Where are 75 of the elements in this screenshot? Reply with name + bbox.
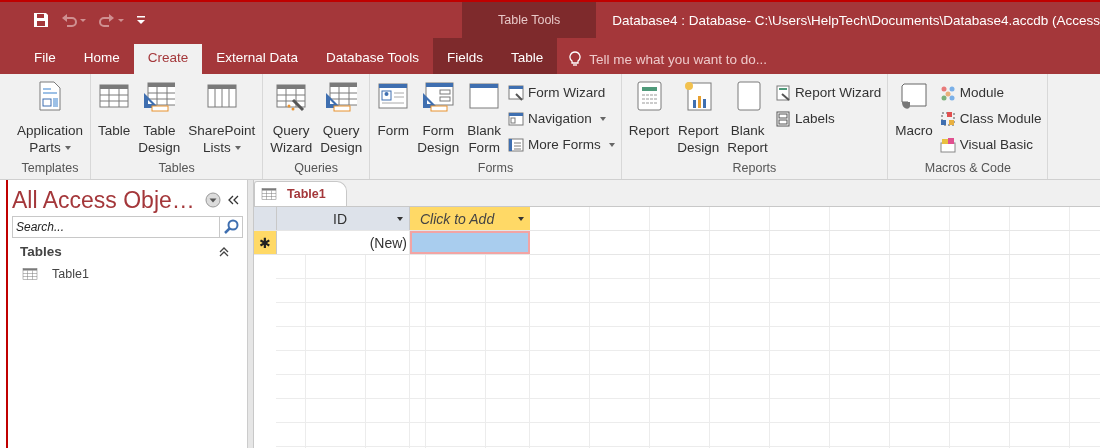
ribbon-tab[interactable]: File (20, 44, 70, 74)
new-record-marker: ✱ (254, 231, 277, 254)
ribbon-tab[interactable]: Database Tools (312, 44, 433, 74)
ribbon-button[interactable]: Form Design (413, 78, 464, 158)
blank-form-icon (468, 80, 501, 112)
ribbon-button[interactable]: Query Design (316, 78, 367, 158)
form-icon (377, 80, 410, 112)
group-label: Templates (20, 160, 80, 177)
dropdown-caret-icon (397, 216, 403, 221)
dropdown-caret-icon (599, 116, 606, 121)
ribbon-tab[interactable]: Create (133, 44, 203, 74)
ribbon-button[interactable]: Visual Basic (936, 132, 1045, 157)
dropdown-caret-icon (234, 145, 241, 150)
nav-item[interactable]: Table1 (12, 261, 243, 285)
ribbon-button[interactable]: SharePoint Lists (184, 78, 260, 158)
table-cell[interactable] (410, 231, 530, 254)
ribbon-button[interactable]: Query Wizard (266, 78, 317, 158)
group-label: Tables (157, 160, 196, 177)
class-module-icon (939, 110, 956, 127)
collapse-pane-icon[interactable] (226, 195, 239, 205)
group-label: Queries (293, 160, 340, 177)
ribbon-button[interactable]: More Forms (505, 132, 618, 157)
report-wizard-icon (774, 84, 791, 101)
forms-icon (508, 136, 524, 153)
tell-me-field[interactable]: Tell me what you want to do... (587, 50, 852, 68)
module-icon (939, 84, 956, 101)
dropdown-caret-icon (518, 216, 524, 221)
ribbon-button[interactable]: Labels (771, 106, 885, 131)
ribbon-button[interactable]: Report Design (673, 78, 724, 158)
click-to-add-header[interactable]: Click to Add (410, 207, 530, 230)
group-label: Forms (476, 160, 515, 177)
table-icon (261, 186, 277, 202)
group-label: Macros & Code (923, 160, 1012, 177)
lightbulb-icon (569, 51, 582, 67)
ribbon-button[interactable]: Macro (891, 78, 937, 141)
ribbon-tab[interactable]: External Data (202, 44, 313, 74)
save-icon[interactable] (33, 12, 49, 28)
ribbon-button[interactable]: Module (936, 80, 1045, 105)
ribbon-tab[interactable]: Table (496, 38, 558, 74)
ribbon-tab[interactable]: Home (69, 44, 134, 74)
dropdown-circle-icon[interactable] (204, 192, 221, 208)
ribbon-button[interactable]: Form (373, 78, 414, 141)
form-wizard-icon (508, 84, 524, 101)
table-icon (22, 266, 38, 282)
collapse-chevron-icon[interactable] (219, 246, 229, 257)
ribbon-button[interactable]: Table (94, 78, 135, 141)
navigation-form-icon (508, 110, 524, 127)
pane-title[interactable]: All Access Obje… (12, 186, 195, 214)
section-header[interactable]: Tables (20, 244, 62, 259)
ribbon-button[interactable]: Class Module (936, 106, 1045, 131)
ribbon-button[interactable]: Report Wizard (771, 80, 885, 105)
customize-menu-icon[interactable] (137, 15, 145, 25)
ribbon-button[interactable]: Application Parts (13, 78, 88, 158)
ribbon-button[interactable]: Report (624, 78, 674, 141)
contextual-tab-label: Table Tools (498, 13, 561, 27)
search-field[interactable]: Search... (12, 216, 220, 238)
group-label: Reports (731, 160, 778, 177)
labels-icon (774, 110, 791, 127)
ribbon-button[interactable]: Blank Report (723, 78, 772, 158)
ribbon-button[interactable]: Form Wizard (505, 80, 618, 105)
report-design-icon (682, 80, 715, 112)
ribbon-tab[interactable]: Fields (432, 38, 497, 74)
document-tab[interactable]: Table1 (254, 181, 347, 206)
ribbon-button[interactable]: Blank Form (463, 78, 505, 158)
query-design-icon (325, 80, 358, 112)
table-design-icon (143, 80, 176, 112)
column-header[interactable]: ID (277, 207, 410, 230)
search-icon[interactable] (223, 219, 239, 235)
dropdown-caret-icon (64, 145, 71, 150)
ribbon-button[interactable]: Table Design (134, 78, 185, 158)
form-design-icon (422, 80, 455, 112)
dropdown-caret-icon (608, 142, 615, 147)
ribbon-button[interactable]: Navigation (505, 106, 618, 131)
window-title: Database4 : Database- C:\Users\HelpTech\Documents\Database4.accdb (Access (611, 12, 1100, 28)
visual-basic-icon (939, 136, 956, 153)
